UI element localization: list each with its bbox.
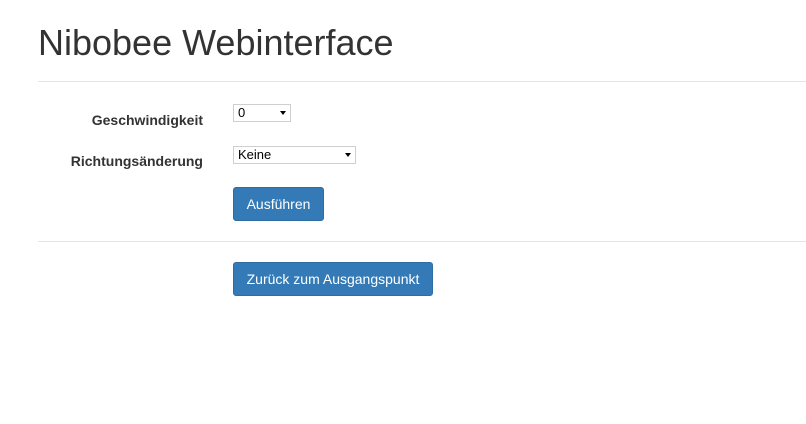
chevron-down-icon xyxy=(345,153,351,157)
chevron-down-icon xyxy=(280,111,286,115)
back-to-start-button[interactable]: Zurück zum Ausgangspunkt xyxy=(233,262,433,296)
speed-select-value: 0 xyxy=(238,105,246,120)
direction-select-value: Keine xyxy=(238,147,272,162)
speed-label: Geschwindigkeit xyxy=(91,112,203,128)
direction-label: Richtungsänderung xyxy=(70,153,203,169)
header-divider xyxy=(38,81,806,82)
run-button[interactable]: Ausführen xyxy=(233,187,324,221)
page: Nibobee Webinterface Geschwindigkeit 0 R… xyxy=(0,0,806,424)
section-divider xyxy=(38,241,806,242)
page-title: Nibobee Webinterface xyxy=(38,22,394,63)
direction-select[interactable]: Keine xyxy=(233,146,356,164)
speed-select[interactable]: 0 xyxy=(233,104,291,122)
